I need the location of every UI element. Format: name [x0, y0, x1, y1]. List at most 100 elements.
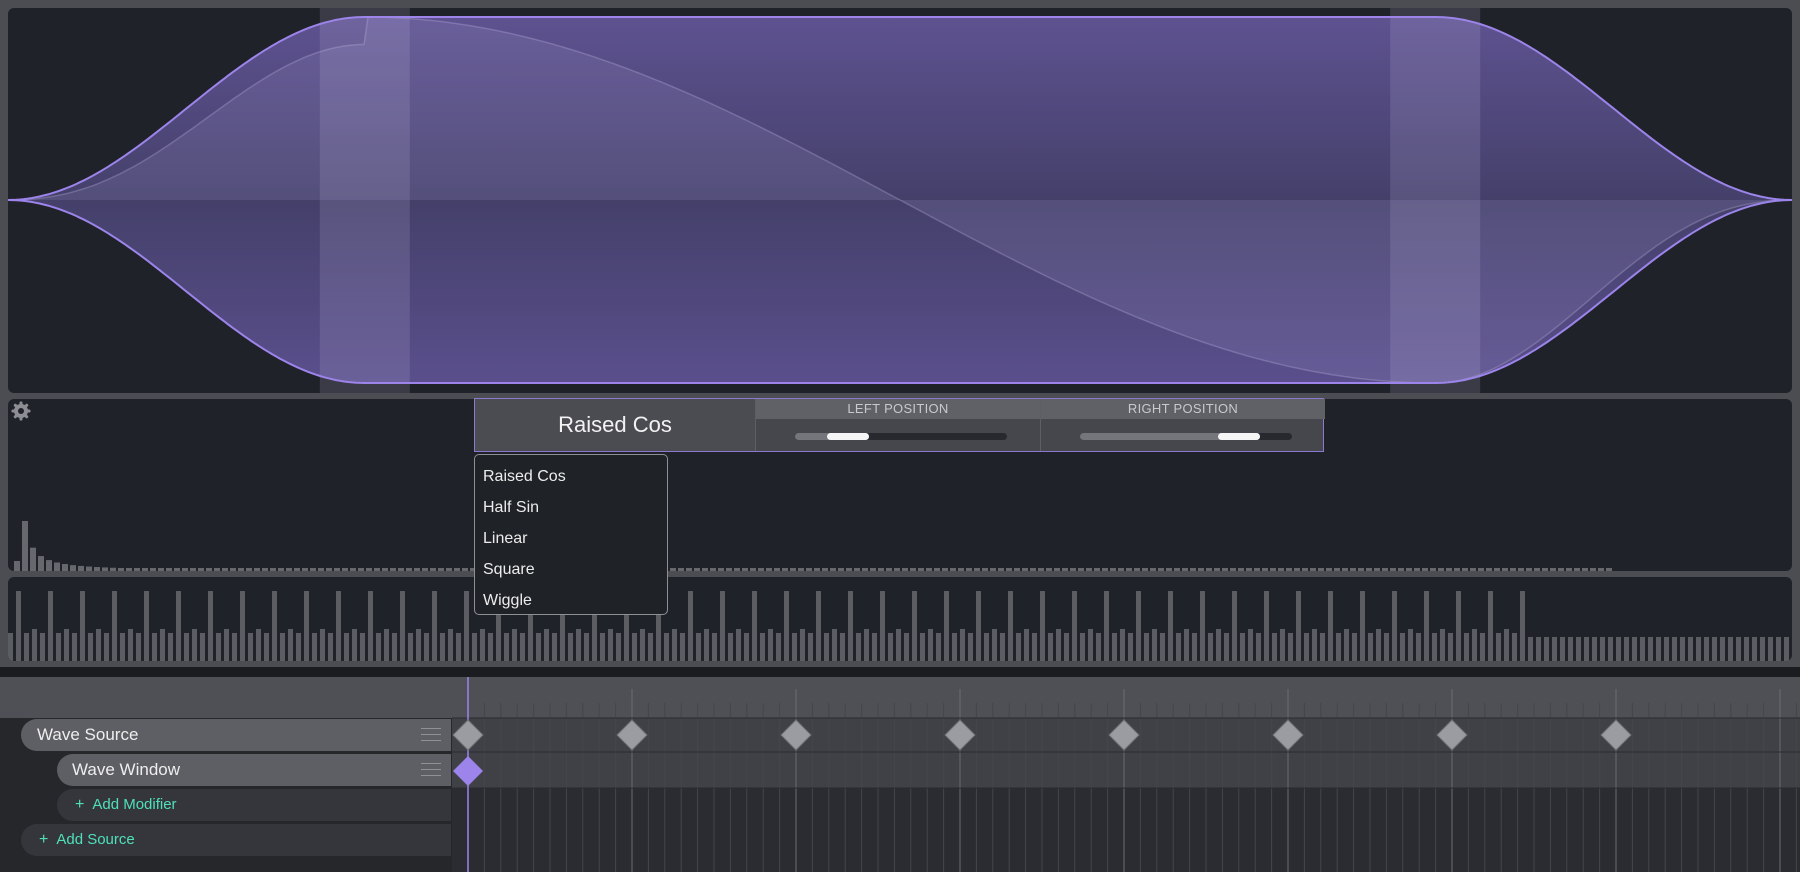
drag-handle-icon[interactable]: [421, 763, 441, 777]
spectrum-bar: [1558, 568, 1564, 571]
spectrum-bar: [302, 568, 308, 571]
spectrum-bar: [870, 568, 876, 571]
waveform-display[interactable]: [8, 8, 1792, 393]
harmonic-bar: [320, 629, 325, 661]
modulation-timeline: Wave Source Wave Window + Add Modifier + A…: [0, 677, 1800, 872]
spectrum-bar: [1526, 568, 1532, 571]
dropdown-option-wiggle[interactable]: Wiggle: [475, 585, 667, 616]
harmonic-bar: [696, 633, 701, 661]
dropdown-option-raised-cos[interactable]: Raised Cos: [475, 461, 667, 492]
left-position-thumb[interactable]: [827, 433, 869, 440]
harmonic-bar: [568, 633, 573, 661]
harmonic-bar: [1376, 629, 1381, 661]
window-type-selector[interactable]: Raised Cos: [475, 399, 755, 451]
harmonic-bar: [1264, 591, 1269, 661]
spectrum-bar: [1486, 568, 1492, 571]
spectrum-bar: [1534, 568, 1540, 571]
right-position-thumb[interactable]: [1218, 433, 1260, 440]
dropdown-option-linear[interactable]: Linear: [475, 523, 667, 554]
harmonic-bar: [1728, 637, 1733, 661]
harmonic-bar: [784, 591, 789, 661]
harmonic-bar: [1152, 629, 1157, 661]
spectrum-bar: [1302, 568, 1308, 571]
gear-icon[interactable]: [11, 401, 31, 421]
harmonic-bar: [416, 629, 421, 661]
right-position-slider[interactable]: [1080, 433, 1292, 440]
harmonic-bar: [1736, 637, 1741, 661]
modifier-row-wave-window[interactable]: Wave Window: [57, 754, 451, 786]
harmonic-bar: [1600, 637, 1605, 661]
harmonic-bar: [1584, 637, 1589, 661]
harmonic-bar: [144, 591, 149, 661]
spectrum-bar: [1062, 568, 1068, 571]
spectrum-bar: [734, 568, 740, 571]
spectrum-bar: [1262, 568, 1268, 571]
harmonic-bar: [1696, 637, 1701, 661]
spectrum-bar: [1238, 568, 1244, 571]
spectrum-bar: [414, 568, 420, 571]
spectrum-bar: [1118, 568, 1124, 571]
spectrum-bar: [990, 568, 996, 571]
source-row-wave-source[interactable]: Wave Source: [21, 719, 451, 751]
harmonic-bar: [88, 633, 93, 661]
harmonic-bar: [1544, 637, 1549, 661]
harmonic-bar: [840, 633, 845, 661]
add-modifier-button[interactable]: + Add Modifier: [57, 789, 451, 821]
spectrum-bar: [1310, 568, 1316, 571]
harmonic-bar: [56, 633, 61, 661]
harmonic-bar: [1568, 637, 1573, 661]
spectrum-bar: [694, 568, 700, 571]
harmonic-bar: [80, 591, 85, 661]
waveform-window-curves: [8, 8, 1792, 393]
harmonic-bar: [752, 591, 757, 661]
harmonic-bar: [440, 633, 445, 661]
harmonic-bar: [1392, 591, 1397, 661]
spectrum-bar: [222, 568, 228, 571]
harmonic-bar: [1448, 633, 1453, 661]
harmonic-bar: [736, 629, 741, 661]
spectrum-bar: [182, 568, 188, 571]
spectrum-bar: [366, 568, 372, 571]
left-position-slider[interactable]: [795, 433, 1007, 440]
harmonic-bar: [856, 633, 861, 661]
harmonic-bar: [304, 591, 309, 661]
harmonic-bar: [512, 629, 517, 661]
drag-handle-icon[interactable]: [421, 728, 441, 742]
spectrum-bar: [1334, 568, 1340, 571]
harmonic-bar: [256, 629, 261, 661]
harmonic-bar: [1112, 633, 1117, 661]
harmonic-bar: [1096, 633, 1101, 661]
spectrum-bar: [310, 568, 316, 571]
harmonic-bar: [1184, 629, 1189, 661]
harmonic-phase-display: [8, 577, 1792, 661]
harmonic-bar: [936, 633, 941, 661]
spectrum-bar: [78, 565, 84, 571]
spectrum-bar: [1454, 568, 1460, 571]
spectrum-bar: [1446, 568, 1452, 571]
add-source-button[interactable]: + Add Source: [21, 824, 451, 856]
spectrum-bar: [262, 568, 268, 571]
harmonic-bar: [480, 629, 485, 661]
harmonic-bar: [1000, 633, 1005, 661]
spectrum-bar: [894, 568, 900, 571]
spectrum-bar: [270, 568, 276, 571]
harmonic-bar: [1496, 633, 1501, 661]
harmonic-bar: [1088, 629, 1093, 661]
spectrum-bar: [1006, 568, 1012, 571]
harmonic-bar: [488, 633, 493, 661]
harmonic-bar: [224, 629, 229, 661]
spectrum-bar: [1230, 568, 1236, 571]
spectrum-bar: [942, 568, 948, 571]
spectrum-bar: [342, 568, 348, 571]
spectrum-bar: [246, 568, 252, 571]
dropdown-option-half-sin[interactable]: Half Sin: [475, 492, 667, 523]
harmonic-bar: [1440, 629, 1445, 661]
spectrum-bar: [1542, 568, 1548, 571]
spectrum-bar: [94, 567, 100, 571]
keyframe-track-area[interactable]: [452, 677, 1800, 872]
harmonic-bar: [424, 633, 429, 661]
harmonic-bar: [8, 633, 13, 661]
harmonic-bar: [1320, 633, 1325, 661]
dropdown-option-square[interactable]: Square: [475, 554, 667, 585]
spectrum-bar: [1406, 568, 1412, 571]
